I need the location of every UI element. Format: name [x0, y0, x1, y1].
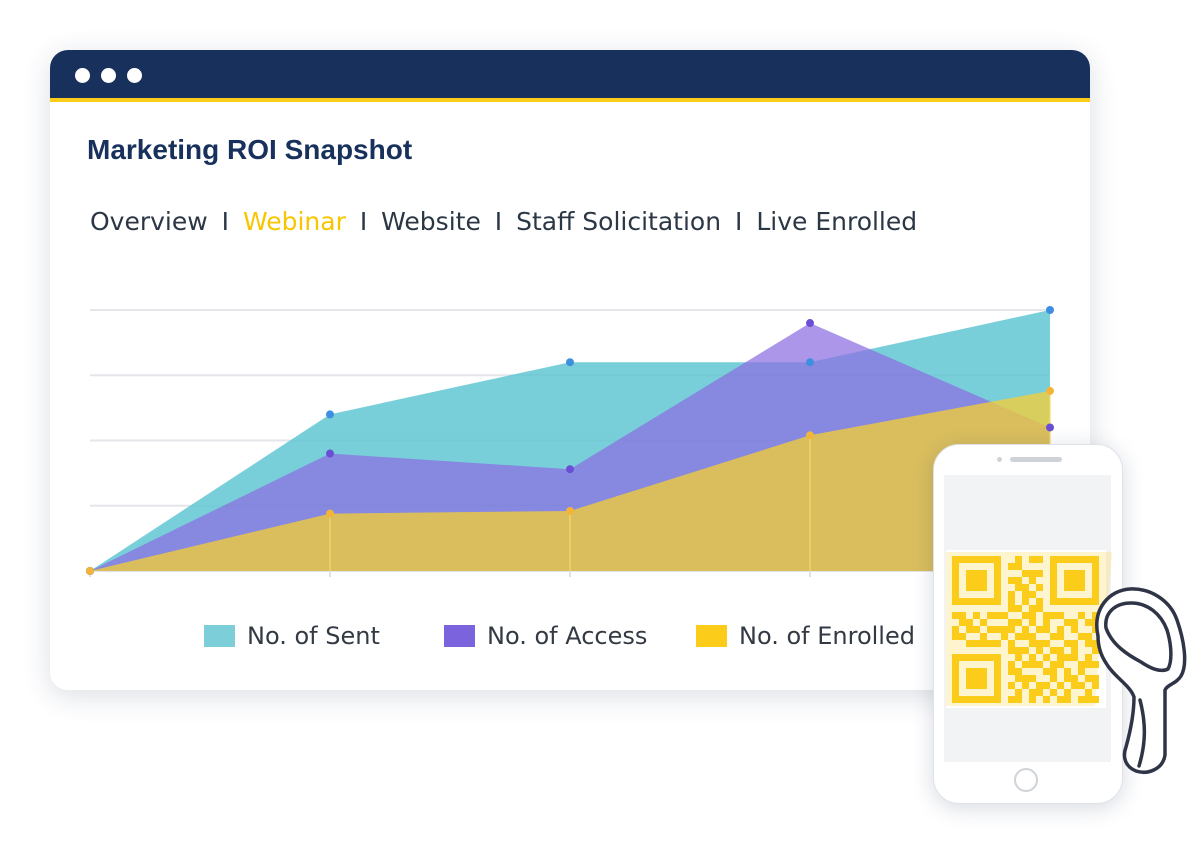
- scanner-handheld: [1095, 587, 1187, 774]
- scan-beam: [946, 552, 1112, 706]
- barcode-scanner-icon: [946, 552, 1187, 774]
